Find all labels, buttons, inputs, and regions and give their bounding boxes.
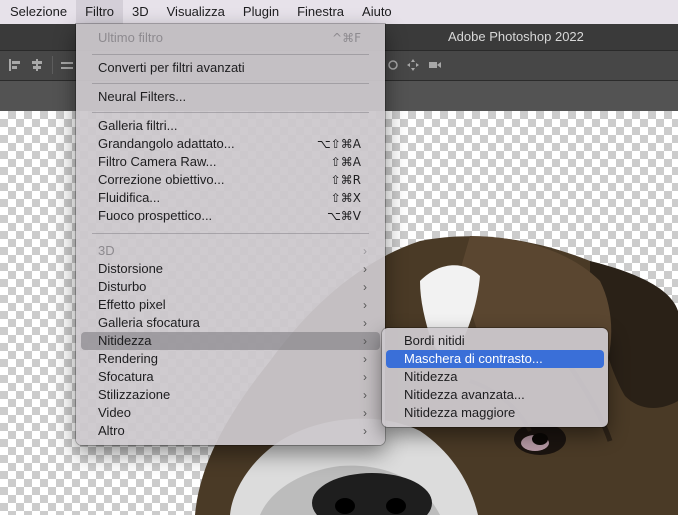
menubar-item-finestra[interactable]: Finestra <box>288 0 353 24</box>
chevron-right-icon: › <box>363 388 367 402</box>
menubar-item-3d[interactable]: 3D <box>123 0 158 24</box>
menu-item-3d: 3D › <box>98 243 367 258</box>
menu-item-lens-correction[interactable]: Correzione obiettivo... ⇧⌘R <box>81 171 380 189</box>
menu-item-vanishing-point[interactable]: Fuoco prospettico... ⌥⌘V <box>81 207 380 225</box>
menu-item-last-filter: Ultimo filtro ^⌘F <box>98 30 361 45</box>
menubar-item-aiuto[interactable]: Aiuto <box>353 0 401 24</box>
shortcut-label: ⌥⇧⌘A <box>316 137 361 151</box>
menu-item-blur-gallery[interactable]: Galleria sfocatura › <box>81 314 380 332</box>
chevron-right-icon: › <box>363 334 367 348</box>
options-separator <box>52 56 53 74</box>
shortcut-label: ⇧⌘A <box>330 155 361 169</box>
chevron-right-icon: › <box>363 406 367 420</box>
menubar-item-visualizza[interactable]: Visualizza <box>158 0 234 24</box>
shortcut-label: ^⌘F <box>332 31 361 45</box>
submenu-item-sharpen-more[interactable]: Nitidezza maggiore <box>386 404 604 422</box>
sharpen-submenu: Bordi nitidi Maschera di contrasto... Ni… <box>382 328 608 427</box>
menu-item-distort[interactable]: Distorsione › <box>81 260 380 278</box>
submenu-item-smart-sharpen[interactable]: Nitidezza avanzata... <box>386 386 604 404</box>
chevron-right-icon: › <box>363 352 367 366</box>
chevron-right-icon: › <box>363 316 367 330</box>
3d-orbit-icon[interactable] <box>386 58 400 72</box>
menubar-item-filtro[interactable]: Filtro <box>76 0 123 24</box>
menu-item-blur[interactable]: Sfocatura › <box>81 368 380 386</box>
align-center-icon[interactable] <box>30 58 44 72</box>
menu-separator <box>92 83 369 84</box>
menu-separator <box>92 233 369 234</box>
submenu-item-sharpen-edges[interactable]: Bordi nitidi <box>386 332 604 350</box>
menu-separator <box>92 112 369 113</box>
chevron-right-icon: › <box>363 244 367 258</box>
chevron-right-icon: › <box>363 370 367 384</box>
menu-item-render[interactable]: Rendering › <box>81 350 380 368</box>
menubar-item-selezione[interactable]: Selezione <box>0 0 76 24</box>
menu-item-neural-filters[interactable]: Neural Filters... <box>81 88 380 106</box>
menu-item-convert-smart-filters[interactable]: Converti per filtri avanzati <box>81 59 380 77</box>
menubar-item-plugin[interactable]: Plugin <box>234 0 288 24</box>
menu-item-liquify[interactable]: Fluidifica... ⇧⌘X <box>81 189 380 207</box>
app-title: Adobe Photoshop 2022 <box>448 29 584 44</box>
distribute-icon[interactable] <box>60 58 74 72</box>
chevron-right-icon: › <box>363 262 367 276</box>
3d-video-icon[interactable] <box>428 58 442 72</box>
menu-item-pixelate[interactable]: Effetto pixel › <box>81 296 380 314</box>
menu-item-stylize[interactable]: Stilizzazione › <box>81 386 380 404</box>
filter-menu: Ultimo filtro ^⌘F Converti per filtri av… <box>76 24 385 445</box>
3d-pan-icon[interactable] <box>406 58 420 72</box>
menu-item-sharpen[interactable]: Nitidezza › <box>81 332 380 350</box>
align-left-icon[interactable] <box>8 58 22 72</box>
submenu-item-sharpen[interactable]: Nitidezza <box>386 368 604 386</box>
menu-separator <box>92 54 369 55</box>
chevron-right-icon: › <box>363 280 367 294</box>
menu-item-noise[interactable]: Disturbo › <box>81 278 380 296</box>
menu-item-adaptive-wide-angle[interactable]: Grandangolo adattato... ⌥⇧⌘A <box>81 135 380 153</box>
submenu-item-unsharp-mask[interactable]: Maschera di contrasto... <box>386 350 604 368</box>
menu-bar: Selezione Filtro 3D Visualizza Plugin Fi… <box>0 0 678 24</box>
shortcut-label: ⇧⌘X <box>330 191 361 205</box>
menu-item-camera-raw[interactable]: Filtro Camera Raw... ⇧⌘A <box>81 153 380 171</box>
chevron-right-icon: › <box>363 424 367 438</box>
menu-item-video[interactable]: Video › <box>81 404 380 422</box>
menu-item-other[interactable]: Altro › <box>81 422 380 440</box>
shortcut-label: ⇧⌘R <box>330 173 361 187</box>
menu-item-filter-gallery[interactable]: Galleria filtri... <box>81 117 380 135</box>
shortcut-label: ⌥⌘V <box>326 209 361 223</box>
chevron-right-icon: › <box>363 298 367 312</box>
